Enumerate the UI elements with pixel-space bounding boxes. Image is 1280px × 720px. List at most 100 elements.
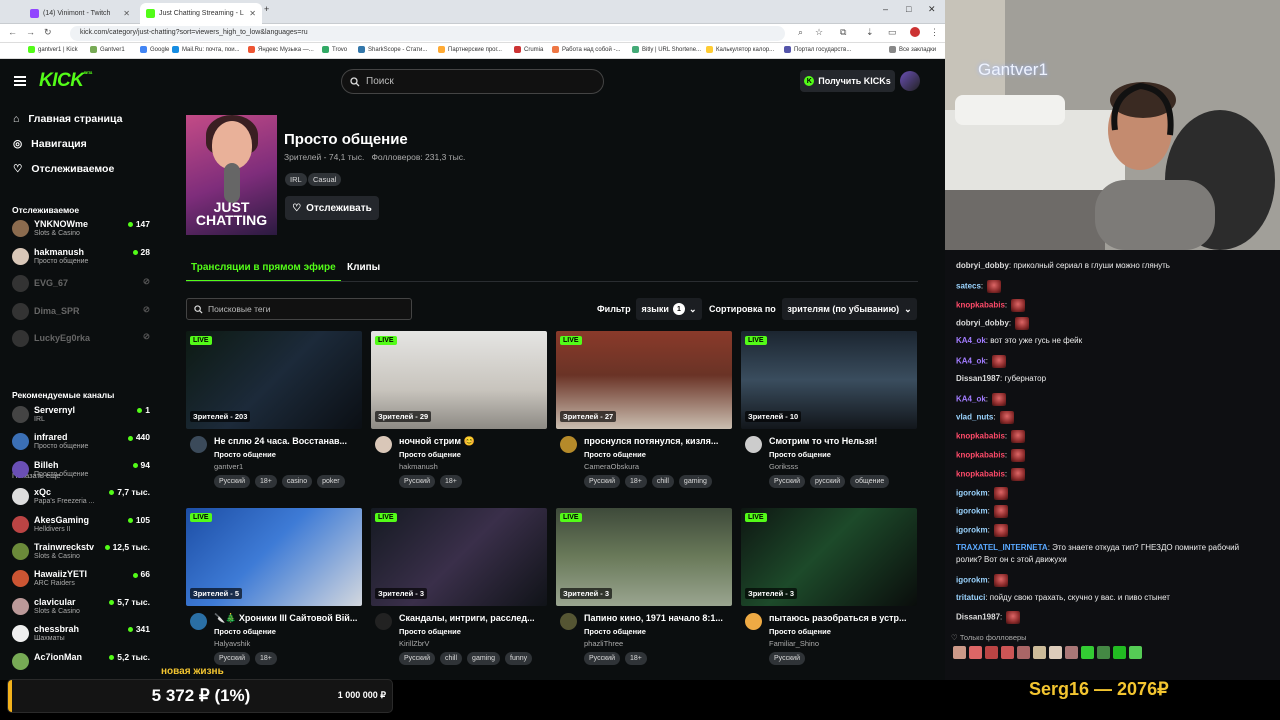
chat-username[interactable]: knopkababis [956,432,1005,441]
sidebar-channel[interactable]: infrared Просто общение 440 [12,430,152,454]
stream-title[interactable]: пытаюсь разобраться в устр... [769,613,917,623]
stream-tag[interactable]: Русский [399,652,435,665]
stream-title[interactable]: ночной стрим 😊 [399,436,547,447]
chat-username[interactable]: TRAXATEL_INTERNETA [956,543,1048,552]
stream-card[interactable]: LIVE Зрителей - 10 Смотрим то что Нельзя! П… [741,331,917,501]
close-window-icon[interactable]: ✕ [928,4,936,15]
nav-home[interactable]: ⌂ Главная страница [13,113,122,125]
stream-tag[interactable]: Русский [584,475,620,488]
stream-title[interactable]: проснулся потянулся, кизля... [584,436,732,446]
stream-thumbnail[interactable]: LIVE Зрителей - 3 [556,508,732,606]
sidebar-channel[interactable]: EVG_67 ⊘ [12,272,152,296]
stream-tag[interactable]: poker [317,475,345,488]
chat-username[interactable]: tritatuci [956,593,985,602]
chat-username[interactable]: knopkababis [956,300,1005,309]
tag-search-input[interactable]: Поисковые теги [186,298,412,320]
emote-icon[interactable] [1001,646,1014,659]
chat-username[interactable]: satecs [956,281,981,290]
bookmark-item[interactable]: Партнерские прог... [438,46,502,53]
stream-tag[interactable]: общение [850,475,890,488]
bookmark-item[interactable]: Портал государств... [784,46,851,53]
sidebar-channel[interactable]: hakmanush Просто общение 28 [12,245,152,269]
stream-thumbnail[interactable]: LIVE Зрителей - 3 [741,508,917,606]
sidebar-channel[interactable]: Servernyl IRL 1 [12,403,152,427]
stream-tag[interactable]: Русский [584,652,620,665]
emote-icon[interactable] [1065,646,1078,659]
bookmark-item[interactable]: Google [140,46,169,53]
bookmark-item[interactable]: Калькулятор калор... [706,46,774,53]
stream-card[interactable]: LIVE Зрителей - 3 Скандалы, интриги, рассл… [371,508,547,668]
stream-thumbnail[interactable]: LIVE Зрителей - 5 [186,508,362,606]
category-tag[interactable]: IRL [285,173,307,186]
avatar[interactable] [375,613,392,630]
tab-clips[interactable]: Клипы [347,262,380,273]
stream-tag[interactable]: 18+ [439,475,462,488]
bookmark-item[interactable]: gantver1 | Kick [28,46,78,53]
stream-thumbnail[interactable]: LIVE Зрителей - 3 [371,508,547,606]
chat-username[interactable]: KA4_ok [956,394,986,403]
stream-tag[interactable]: 18+ [254,652,277,665]
sidebar-channel[interactable]: Trainwreckstv Slots & Casino 12,5 тыс. [12,540,152,564]
stream-card[interactable]: LIVE Зрителей - 3 Папино кино, 1971 начало… [556,508,732,668]
chat-username[interactable]: Dissan1987 [956,613,1000,622]
stream-tag[interactable]: casino [281,475,313,488]
chat-username[interactable]: igorokm [956,507,988,516]
sidebar-channel[interactable]: LuckyEg0rka ⊘ [12,327,152,351]
bookmark-item[interactable]: SharkScope - Стати... [358,46,427,53]
tab-live-streams[interactable]: Трансляции в прямом эфире [191,262,336,273]
browser-tab-twitch[interactable]: (14) Vinimont - Twitch ✕ [24,3,136,24]
stream-channel-name[interactable]: CameraObskura [584,462,639,471]
chat-username[interactable]: igorokm [956,526,988,535]
sidebar-channel[interactable]: HawaiizYETI ARC Raiders 66 [12,567,152,591]
sidebar-channel[interactable]: Ac7ionMan 5,2 тыс. [12,650,152,674]
bookmark-item[interactable]: Bitly | URL Shortene... [632,46,701,53]
stream-card[interactable]: LIVE Зрителей - 27 проснулся потянулся, ки… [556,331,732,501]
chat-username[interactable]: Dissan1987 [956,374,1000,383]
stream-tag[interactable]: 18+ [624,475,647,488]
stream-category[interactable]: Просто общение [214,627,276,636]
kick-logo[interactable]: KICKBETA [39,70,93,92]
bookmark-item[interactable]: Gantver1 [90,46,125,53]
avatar[interactable] [190,613,207,630]
avatar[interactable] [375,436,392,453]
stream-card[interactable]: LIVE Зрителей - 203 Не сплю 24 часа. Восст… [186,331,362,501]
avatar[interactable] [745,613,762,630]
stream-tag[interactable]: chill [439,652,463,665]
emote-icon[interactable] [1017,646,1030,659]
stream-category[interactable]: Просто общение [584,450,646,459]
downloads-icon[interactable]: ⇣ [866,27,874,38]
emote-icon[interactable] [953,646,966,659]
reload-icon[interactable]: ↻ [44,27,52,38]
stream-thumbnail[interactable]: LIVE Зрителей - 203 [186,331,362,429]
follow-category-button[interactable]: ♡ Отслеживать [285,196,379,220]
avatar[interactable] [560,436,577,453]
stream-channel-name[interactable]: Familiar_Shino [769,639,819,648]
sort-dropdown[interactable]: зрителям (по убыванию) ⌄ [782,298,917,320]
maximize-icon[interactable]: □ [906,4,911,14]
user-avatar[interactable] [900,71,920,91]
stream-title[interactable]: 🔪🎄 Хроники III Сайтовой Вій... [214,613,362,624]
emote-icon[interactable] [969,646,982,659]
sidebar-channel[interactable]: Billeh Просто общение 94 [12,458,152,482]
stream-title[interactable]: Смотрим то что Нельзя! [769,436,917,446]
get-kicks-button[interactable]: K Получить KICKs [800,70,895,92]
stream-category[interactable]: Просто общение [214,450,276,459]
more-menu-icon[interactable]: ⋮ [930,27,939,38]
extensions-icon[interactable]: ⧉ [840,27,846,38]
stream-thumbnail[interactable]: LIVE Зрителей - 27 [556,331,732,429]
stream-card[interactable]: LIVE Зрителей - 3 пытаюсь разобраться в ус… [741,508,917,668]
bookmark-item[interactable]: Trovo [322,46,347,53]
nav-browse[interactable]: ◎ Навигация [13,138,87,150]
close-tab-icon[interactable]: ✕ [123,9,130,18]
stream-thumbnail[interactable]: LIVE Зрителей - 29 [371,331,547,429]
bookmark-item[interactable]: Работа над собой -... [552,46,620,53]
bookmark-star-icon[interactable]: ☆ [815,27,823,38]
chat-username[interactable]: knopkababis [956,469,1005,478]
chat-username[interactable]: dobryi_dobby [956,261,1009,270]
stream-tag[interactable]: gaming [467,652,501,665]
stream-channel-name[interactable]: Halyavshik [214,639,250,648]
stream-category[interactable]: Просто общение [769,450,831,459]
browser-tab-kick[interactable]: Just Chatting Streaming - L ✕ [140,3,262,24]
stream-tag[interactable]: gaming [678,475,712,488]
emote-icon[interactable] [1049,646,1062,659]
